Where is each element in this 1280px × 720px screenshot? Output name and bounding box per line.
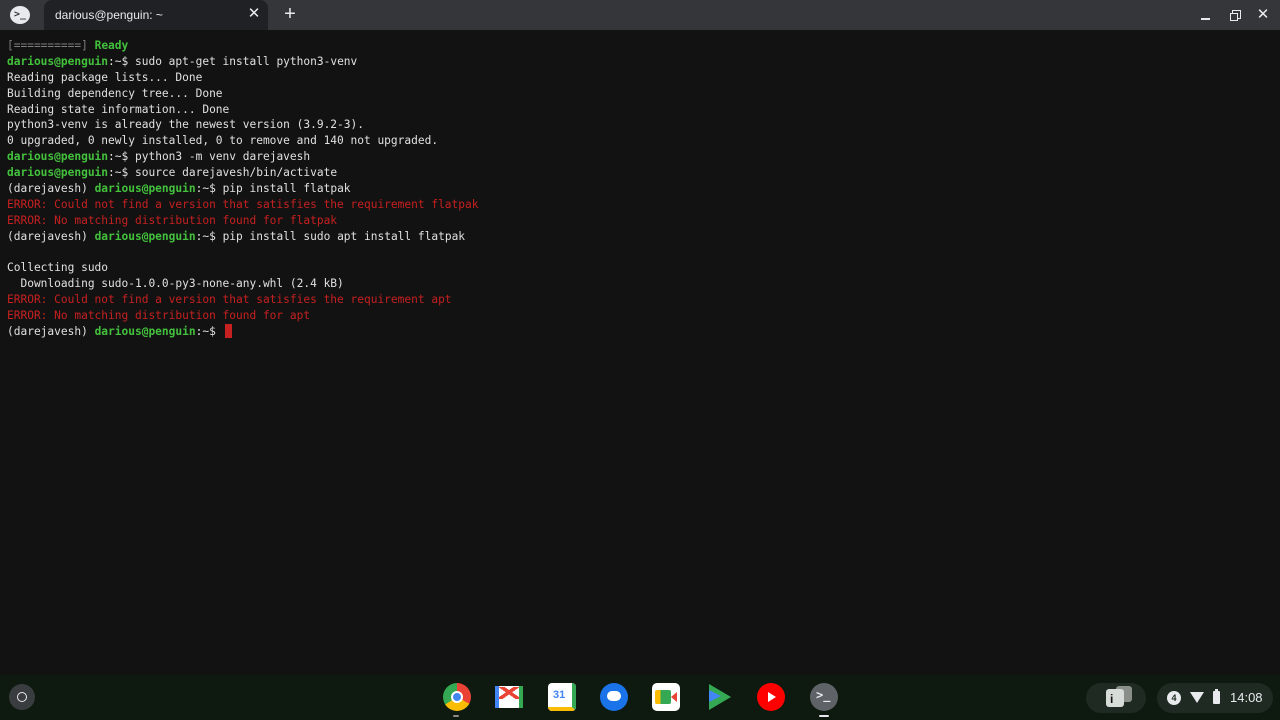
- prompt-user: darious@penguin: [94, 182, 196, 196]
- venv-prefix: (darejavesh): [7, 325, 95, 339]
- command-text: pip install flatpak: [222, 182, 351, 196]
- prompt-user: darious@penguin: [7, 166, 109, 180]
- command-text: python3 -m venv darejavesh: [135, 150, 311, 164]
- close-window-button[interactable]: ✕: [1254, 6, 1272, 24]
- terminal-line: Reading state information... Done: [7, 102, 478, 118]
- youtube-icon[interactable]: [757, 683, 785, 711]
- prompt-path: :~$: [195, 182, 223, 196]
- prompt-user: darious@penguin: [94, 229, 196, 243]
- error-text: ERROR: Could not find a version that sat…: [7, 197, 479, 211]
- prompt-path: :~$: [108, 150, 135, 164]
- new-tab-button[interactable]: +: [281, 4, 299, 24]
- venv-prefix: (darejavesh): [7, 229, 95, 243]
- command-text: pip install sudo apt install flatpak: [222, 229, 466, 243]
- chrome-icon[interactable]: [443, 683, 471, 711]
- status-tray[interactable]: 4 14:08: [1157, 683, 1273, 713]
- play-store-icon[interactable]: [705, 683, 733, 711]
- prompt-user: darious@penguin: [7, 150, 109, 164]
- error-text: ERROR: No matching distribution found fo…: [7, 213, 338, 227]
- output-text: Collecting sudo: [7, 261, 109, 275]
- meet-icon[interactable]: [652, 683, 680, 711]
- output-text: Reading package lists... Done: [7, 70, 203, 84]
- notification-count-badge: 4: [1167, 691, 1181, 705]
- error-text: ERROR: No matching distribution found fo…: [7, 309, 311, 323]
- gmail-icon[interactable]: [495, 686, 523, 708]
- output-text: Building dependency tree... Done: [7, 86, 223, 100]
- output-text: python3-venv is already the newest versi…: [7, 118, 364, 132]
- restore-button[interactable]: [1226, 6, 1244, 24]
- messages-icon[interactable]: [600, 683, 628, 711]
- terminal-line: darious@penguin:~$ sudo apt-get install …: [7, 54, 478, 70]
- output-text: 0 upgraded, 0 newly installed, 0 to remo…: [7, 134, 439, 148]
- chrome-running-indicator: [453, 715, 459, 717]
- calendar-icon[interactable]: 31: [548, 683, 576, 711]
- battery-icon: [1213, 689, 1220, 704]
- terminal-line: python3-venv is already the newest versi…: [7, 117, 478, 133]
- command-text: sudo apt-get install python3-venv: [135, 54, 358, 68]
- prompt-user: darious@penguin: [7, 54, 109, 68]
- terminal-line: Building dependency tree... Done: [7, 86, 478, 102]
- terminal-line: [==========] Ready: [7, 38, 478, 54]
- terminal-line: ERROR: No matching distribution found fo…: [7, 308, 478, 324]
- shelf: 31 >_ i 4 14:08: [0, 675, 1280, 720]
- terminal-line: Downloading sudo-1.0.0-py3-none-any.whl …: [7, 276, 478, 292]
- prompt-path: :~$: [195, 229, 223, 243]
- terminal-app-icon[interactable]: >_: [10, 6, 30, 24]
- title-bar: >_ darious@penguin: ~ ✕ + ✕: [0, 0, 1280, 30]
- command-text: source darejavesh/bin/activate: [135, 166, 338, 180]
- holding-space-tray[interactable]: i: [1086, 683, 1146, 713]
- output-text: Downloading sudo-1.0.0-py3-none-any.whl …: [7, 277, 344, 291]
- terminal-line: 0 upgraded, 0 newly installed, 0 to remo…: [7, 133, 478, 149]
- clock: 14:08: [1230, 690, 1263, 705]
- close-tab-icon[interactable]: ✕: [246, 5, 262, 23]
- terminal-cursor: [224, 324, 232, 339]
- terminal-line: Reading package lists... Done: [7, 70, 478, 86]
- minimize-button[interactable]: [1196, 6, 1214, 24]
- prompt-path: :~$: [195, 325, 223, 339]
- output-text: Reading state information... Done: [7, 102, 230, 116]
- terminal-line: Collecting sudo: [7, 260, 478, 276]
- terminal-line: ERROR: Could not find a version that sat…: [7, 292, 478, 308]
- prompt-path: :~$: [108, 166, 135, 180]
- download-icon: i: [1110, 692, 1114, 706]
- terminal-line: ERROR: Could not find a version that sat…: [7, 197, 478, 213]
- terminal-line: darious@penguin:~$ python3 -m venv darej…: [7, 149, 478, 165]
- tab-title: darious@penguin: ~: [55, 8, 163, 22]
- terminal-glyph: >_: [816, 688, 831, 702]
- terminal-line: (darejavesh) darious@penguin:~$ pip inst…: [7, 229, 478, 245]
- terminal-active-indicator: [819, 715, 829, 717]
- terminal-icon[interactable]: >_: [810, 683, 838, 711]
- progress-bar-text: [==========]: [7, 39, 88, 52]
- terminal-line: (darejavesh) darious@penguin:~$ pip inst…: [7, 181, 478, 197]
- prompt-path: :~$: [108, 54, 135, 68]
- tab-terminal[interactable]: darious@penguin: ~ ✕: [44, 0, 268, 30]
- tote-thumbnail: [1106, 689, 1124, 707]
- venv-prefix: (darejavesh): [7, 182, 95, 196]
- error-text: ERROR: Could not find a version that sat…: [7, 293, 452, 307]
- status-text: Ready: [94, 39, 129, 52]
- calendar-day: 31: [553, 689, 566, 701]
- terminal-area[interactable]: [==========] Ready darious@penguin:~$ sud…: [0, 30, 1280, 675]
- wifi-icon: [1190, 692, 1204, 703]
- terminal-output: [==========] Ready darious@penguin:~$ sud…: [7, 38, 478, 340]
- terminal-line: (darejavesh) darious@penguin:~$: [7, 324, 478, 340]
- launcher-button[interactable]: [9, 684, 35, 710]
- terminal-line: darious@penguin:~$ source darejavesh/bin…: [7, 165, 478, 181]
- terminal-line: ERROR: No matching distribution found fo…: [7, 213, 478, 229]
- prompt-user: darious@penguin: [94, 325, 196, 339]
